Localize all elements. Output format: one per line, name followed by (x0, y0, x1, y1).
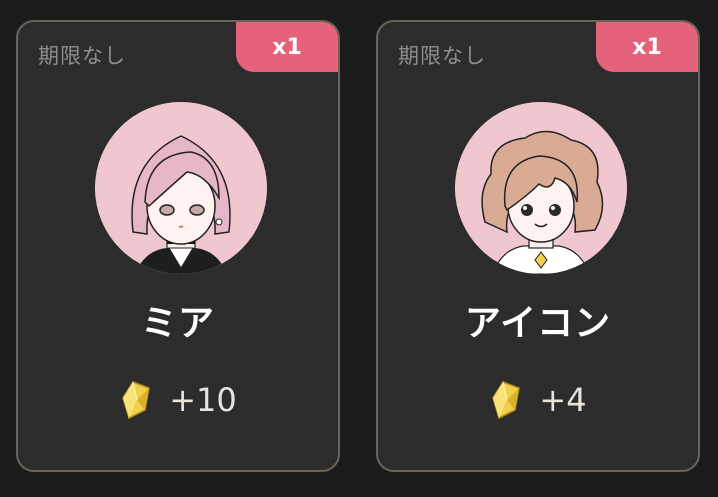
gem-icon (122, 381, 151, 420)
quantity-badge: x1 (596, 22, 698, 72)
quantity-badge: x1 (236, 22, 338, 72)
avatar (95, 102, 267, 274)
character-name: アイコン (464, 303, 612, 344)
character-card-mia[interactable]: 期限なし x1 ミア +10 (16, 20, 340, 472)
reward-value: +10 (169, 381, 237, 419)
reward-row: +10 (18, 380, 338, 420)
avatar (455, 102, 627, 274)
expiry-label: 期限なし (398, 44, 486, 68)
reward-row: +4 (378, 380, 698, 420)
character-portrait-icon (455, 102, 627, 274)
character-card-icon[interactable]: 期限なし x1 アイコン +4 (376, 20, 700, 472)
character-portrait-mia (95, 102, 267, 274)
reward-value: +4 (539, 381, 587, 419)
card-grid: 期限なし x1 ミア +10 期限なし x1 アイコン +4 (0, 0, 718, 497)
expiry-label: 期限なし (38, 44, 126, 68)
character-name: ミア (140, 303, 215, 344)
gem-icon (492, 381, 521, 420)
